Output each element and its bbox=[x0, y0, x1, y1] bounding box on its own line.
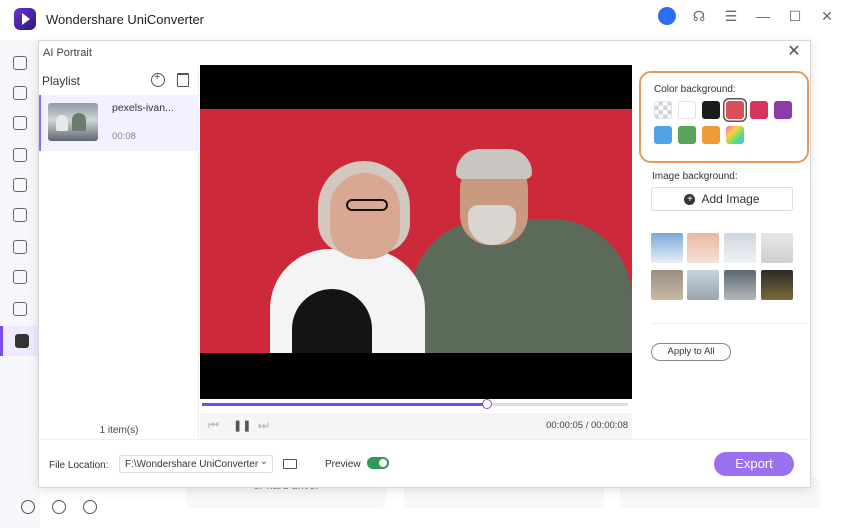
trash-icon[interactable] bbox=[177, 73, 189, 87]
video-frame bbox=[200, 109, 632, 353]
export-button[interactable]: Export bbox=[714, 452, 794, 476]
background-image-thumb[interactable] bbox=[651, 270, 683, 300]
feedback-icon[interactable] bbox=[83, 500, 97, 514]
chevron-down-icon: ⌄ bbox=[259, 456, 268, 467]
headset-icon[interactable]: ☊ bbox=[690, 7, 708, 25]
background-settings-panel: Color background: Image background: + Ad… bbox=[635, 65, 812, 439]
color-swatch[interactable] bbox=[654, 126, 672, 144]
playlist-count: 1 item(s) bbox=[99, 425, 139, 436]
help-icon[interactable] bbox=[21, 500, 35, 514]
apply-to-all-button[interactable]: Apply to All bbox=[651, 343, 731, 361]
color-swatch[interactable] bbox=[678, 101, 696, 119]
image-background-label: Image background: bbox=[652, 171, 738, 182]
background-image-thumb[interactable] bbox=[687, 233, 719, 263]
bottom-bar: File Location: F:\Wondershare UniConvert… bbox=[39, 439, 812, 489]
color-swatch[interactable] bbox=[774, 101, 792, 119]
background-image-thumb[interactable] bbox=[687, 270, 719, 300]
nav-editor-icon[interactable] bbox=[0, 140, 40, 170]
add-image-label: Add Image bbox=[701, 192, 760, 206]
playlist-item[interactable]: pexels-ivan... 00:08 bbox=[39, 95, 199, 151]
preview-label: Preview bbox=[325, 459, 361, 470]
color-swatch[interactable] bbox=[750, 101, 768, 119]
portrait-subject bbox=[346, 199, 388, 211]
color-background-section: Color background: bbox=[639, 71, 809, 163]
nav-player-icon[interactable] bbox=[0, 294, 40, 324]
file-location-value: F:\Wondershare UniConverter bbox=[125, 459, 259, 470]
titlebar-controls: ☊ ☰ — ☐ ✕ bbox=[658, 7, 836, 25]
menu-icon[interactable]: ☰ bbox=[722, 7, 740, 25]
portrait-subject bbox=[410, 219, 632, 353]
seek-bar[interactable] bbox=[202, 399, 628, 409]
background-image-thumb[interactable] bbox=[724, 270, 756, 300]
playback-time: 00:00:05 / 00:00:08 bbox=[546, 420, 628, 431]
color-swatch[interactable] bbox=[678, 126, 696, 144]
portrait-subject bbox=[456, 149, 532, 179]
title-bar: Wondershare UniConverter ☊ ☰ — ☐ ✕ bbox=[0, 0, 850, 34]
pause-icon[interactable]: ❚❚ bbox=[233, 419, 251, 432]
minimize-icon[interactable]: — bbox=[754, 7, 772, 25]
nav-home-icon[interactable] bbox=[0, 48, 40, 78]
color-swatch[interactable] bbox=[654, 101, 672, 119]
app-title: Wondershare UniConverter bbox=[46, 12, 204, 27]
video-preview[interactable] bbox=[200, 65, 632, 399]
next-icon[interactable]: ⏭ bbox=[258, 418, 269, 433]
background-image-thumb[interactable] bbox=[651, 233, 683, 263]
playlist-item-duration: 00:08 bbox=[112, 131, 136, 142]
close-window-icon[interactable]: ✕ bbox=[818, 7, 836, 25]
nav-screen-recorder-icon[interactable] bbox=[0, 232, 40, 262]
preview-toggle[interactable] bbox=[367, 457, 389, 469]
background-image-thumb[interactable] bbox=[761, 233, 793, 263]
ai-portrait-dialog: AI Portrait ✕ Playlist pexels-ivan... 00… bbox=[38, 40, 812, 489]
color-swatch[interactable] bbox=[702, 101, 720, 119]
close-icon[interactable]: ✕ bbox=[786, 44, 802, 60]
divider bbox=[651, 323, 808, 324]
folder-icon[interactable] bbox=[283, 459, 297, 469]
color-swatch[interactable] bbox=[702, 126, 720, 144]
add-image-button[interactable]: + Add Image bbox=[651, 187, 793, 211]
playlist-item-name: pexels-ivan... bbox=[112, 102, 174, 114]
nav-merge-icon[interactable] bbox=[0, 200, 40, 230]
player-controls: ⏮ ❚❚ ⏭ 00:00:05 / 00:00:08 bbox=[200, 413, 632, 439]
seek-bar-fill bbox=[202, 403, 488, 406]
notification-bell-icon[interactable] bbox=[52, 500, 66, 514]
color-swatch[interactable] bbox=[726, 126, 744, 144]
file-location-select[interactable]: F:\Wondershare UniConverter ⌄ bbox=[119, 455, 273, 473]
playlist-title: Playlist bbox=[42, 74, 81, 88]
background-image-thumb[interactable] bbox=[761, 270, 793, 300]
app-logo-icon bbox=[14, 8, 36, 30]
portrait-subject bbox=[330, 173, 400, 259]
previous-icon[interactable]: ⏮ bbox=[208, 418, 219, 433]
nav-dvd-icon[interactable] bbox=[0, 262, 40, 292]
color-swatch[interactable] bbox=[726, 101, 744, 119]
add-file-icon[interactable] bbox=[151, 71, 165, 87]
nav-download-icon[interactable] bbox=[0, 108, 40, 138]
maximize-icon[interactable]: ☐ bbox=[786, 7, 804, 25]
color-background-label: Color background: bbox=[654, 84, 736, 95]
nav-toolbox-icon[interactable] bbox=[0, 326, 40, 356]
file-location-label: File Location: bbox=[49, 460, 109, 471]
background-image-thumb[interactable] bbox=[724, 233, 756, 263]
video-thumbnail bbox=[48, 103, 98, 141]
nav-convert-icon[interactable] bbox=[0, 78, 40, 108]
plus-icon: + bbox=[684, 193, 696, 205]
left-sidebar bbox=[0, 40, 40, 528]
account-avatar-icon[interactable] bbox=[658, 7, 676, 25]
dialog-title: AI Portrait bbox=[43, 47, 92, 59]
seek-handle[interactable] bbox=[482, 399, 493, 409]
nav-cut-icon[interactable] bbox=[0, 170, 40, 200]
playlist-panel: Playlist pexels-ivan... 00:08 1 item(s) bbox=[39, 65, 199, 439]
